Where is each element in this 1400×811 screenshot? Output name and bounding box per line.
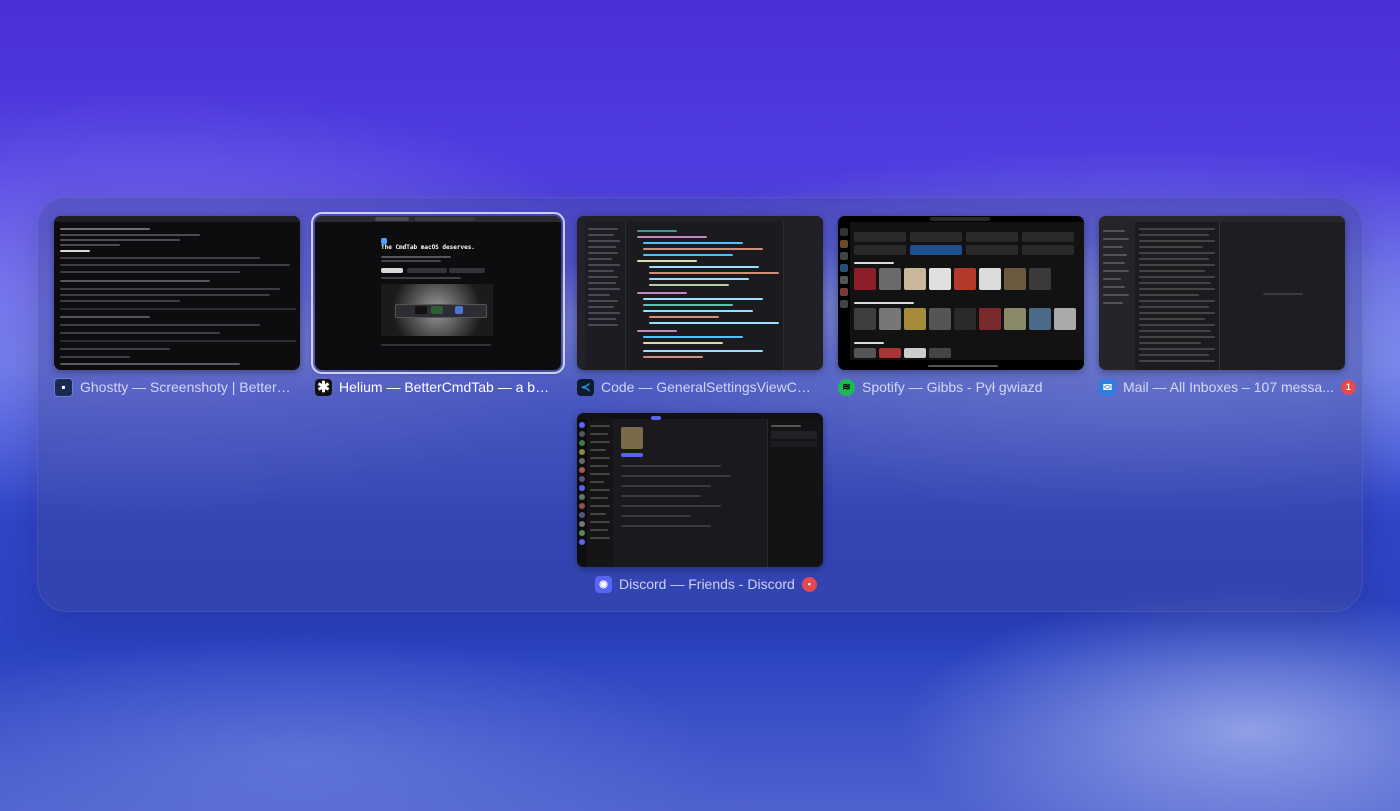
spotify-icon: ≋ xyxy=(838,378,855,396)
window-title: Helium — BetterCmdTab — a bett... xyxy=(339,379,554,395)
app-switcher-panel: ▪ Ghostty — Screenshoty | BetterC... The… xyxy=(37,197,1363,612)
discord-icon: ◉ xyxy=(595,575,612,593)
window-title: Spotify — Gibbs - Pył gwiazd xyxy=(862,379,1043,395)
notification-badge: • xyxy=(801,576,817,592)
window-preview xyxy=(838,216,1084,370)
window-title: Code — GeneralSettingsViewCont... xyxy=(601,379,816,395)
window-caption: ✉ Mail — All Inboxes – 107 messa... 1 xyxy=(1099,376,1389,398)
window-caption: ▪ Ghostty — Screenshoty | BetterC... xyxy=(54,376,344,398)
preview-heading: The CmdTab macOS deserves. xyxy=(381,244,475,251)
mail-icon: ✉ xyxy=(1099,378,1116,396)
window-preview xyxy=(577,413,823,567)
vscode-icon: ≺ xyxy=(577,378,594,396)
window-preview: The CmdTab macOS deserves. xyxy=(311,212,565,374)
window-caption: ✱ Helium — BetterCmdTab — a bett... xyxy=(315,376,605,398)
unread-badge: 1 xyxy=(1340,379,1356,395)
ghostty-icon: ▪ xyxy=(54,377,73,397)
window-caption: ≺ Code — GeneralSettingsViewCont... xyxy=(577,376,867,398)
helium-icon: ✱ xyxy=(315,378,332,396)
window-title: Mail — All Inboxes – 107 messa... xyxy=(1123,379,1334,395)
window-title: Discord — Friends - Discord xyxy=(619,576,795,592)
window-preview xyxy=(1099,216,1345,370)
window-caption: ◉ Discord — Friends - Discord • xyxy=(595,573,885,595)
window-title: Ghostty — Screenshoty | BetterC... xyxy=(80,379,295,395)
window-preview xyxy=(54,216,300,370)
window-preview xyxy=(577,216,823,370)
window-caption: ≋ Spotify — Gibbs - Pył gwiazd xyxy=(838,376,1128,398)
